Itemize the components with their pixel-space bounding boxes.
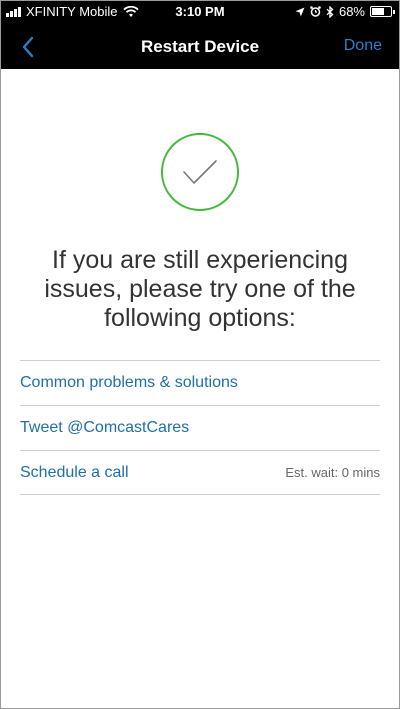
- help-message: If you are still experiencing issues, pl…: [44, 246, 356, 332]
- estimated-wait: Est. wait: 0 mins: [285, 465, 380, 480]
- option-label: Schedule a call: [20, 463, 129, 481]
- option-tweet-comcast-cares[interactable]: Tweet @ComcastCares: [20, 405, 380, 450]
- battery-icon: [370, 6, 395, 17]
- page-title: Restart Device: [140, 37, 260, 56]
- alarm-icon: [310, 6, 321, 17]
- success-badge: [161, 133, 239, 211]
- option-label: Common problems & solutions: [20, 374, 238, 391]
- status-right: 68%: [295, 4, 395, 19]
- option-schedule-call[interactable]: Schedule a call Est. wait: 0 mins: [20, 450, 380, 495]
- option-common-problems[interactable]: Common problems & solutions: [20, 360, 380, 405]
- battery-percent: 68%: [338, 4, 365, 19]
- done-button[interactable]: Done: [344, 37, 382, 55]
- screen-border: [0, 0, 400, 709]
- status-bar: XFINITY Mobile 3:10 PM 68%: [0, 0, 400, 24]
- bluetooth-icon: [326, 5, 334, 18]
- options-list: Common problems & solutions Tweet @Comca…: [20, 360, 380, 495]
- option-label: Tweet @ComcastCares: [20, 419, 190, 436]
- checkmark-icon: [183, 160, 217, 184]
- location-icon: [295, 7, 305, 16]
- navigation-bar: Restart Device Done: [0, 24, 400, 69]
